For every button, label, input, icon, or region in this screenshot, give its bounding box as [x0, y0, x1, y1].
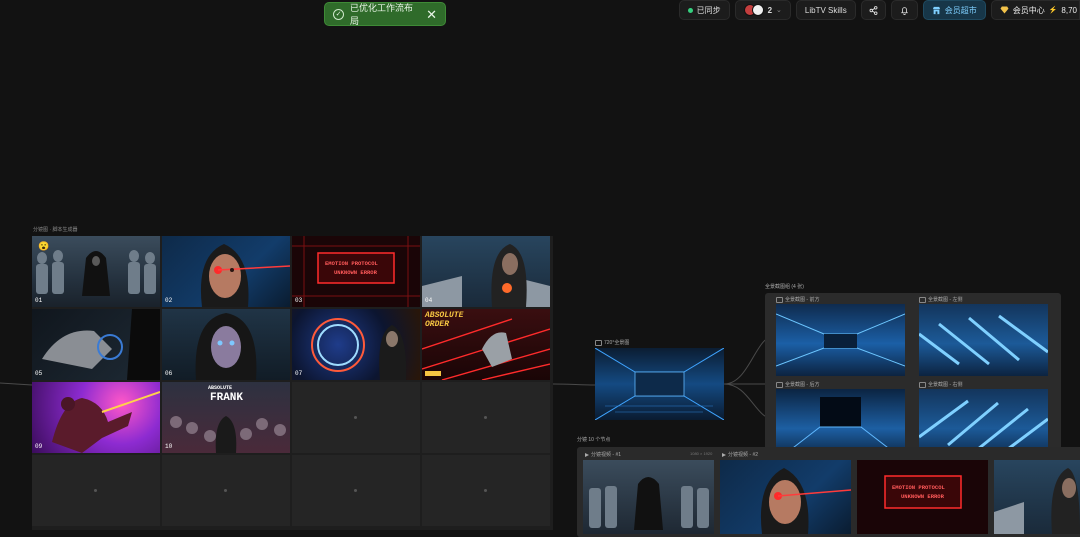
frame-number: 07	[295, 370, 303, 377]
diamond-icon	[1000, 6, 1009, 14]
libtv-skills-button[interactable]: LibTV Skills	[795, 0, 856, 20]
video-item-label: 分镜视频 - #1	[585, 451, 621, 458]
storyboard-cell[interactable]: 05	[32, 309, 160, 380]
sequence-panel-label: 分镜 10 个节点	[577, 437, 611, 443]
corridor-art	[919, 314, 1048, 366]
frame-art	[52, 391, 160, 453]
chevron-down-icon: ⌄	[776, 7, 782, 14]
image-icon	[776, 381, 783, 388]
toast-notification: ✓ 已优化工作流布局 ✕	[324, 2, 446, 26]
frame-number: 01	[35, 297, 43, 304]
frame-number: 10	[165, 443, 173, 450]
frame-number: 06	[165, 370, 173, 377]
storyboard-cell[interactable]: 😮 01	[32, 236, 160, 307]
image-icon	[919, 381, 926, 388]
emoji-badge: 😮	[38, 241, 50, 251]
frame-art	[311, 318, 407, 380]
storyboard-cell[interactable]: 07	[292, 309, 420, 380]
frame-number: 04	[425, 297, 433, 304]
storyboard-cell[interactable]: 04	[422, 236, 550, 307]
frame-art	[760, 468, 851, 534]
panorama-node-label: 720°全景图	[595, 339, 629, 346]
store-icon	[932, 6, 940, 14]
frame-art	[36, 250, 156, 296]
frame-art	[42, 309, 160, 380]
frame-art	[589, 477, 709, 530]
storyboard-empty-cell[interactable]	[162, 455, 290, 526]
play-icon	[722, 452, 726, 457]
panorama-image[interactable]	[595, 348, 724, 420]
avatar-group	[743, 4, 764, 16]
toast-message: 已优化工作流布局	[350, 3, 414, 26]
notification-button[interactable]	[890, 0, 918, 20]
corridor-art	[776, 313, 905, 367]
image-icon	[776, 296, 783, 303]
frame-art	[195, 313, 257, 380]
frame-number: 05	[35, 370, 43, 377]
credits-value: 8,70	[1061, 5, 1077, 15]
storyboard-empty-cell[interactable]	[422, 382, 550, 453]
storyboard-cell[interactable]: 09	[32, 382, 160, 453]
frame-number: 09	[35, 443, 43, 450]
frame-subtitle: UNKNOWN ERROR	[901, 493, 944, 500]
split-item-label: 全景截图 - 前方	[776, 296, 819, 303]
corridor-art	[595, 348, 724, 420]
skills-label: LibTV Skills	[804, 5, 847, 15]
sync-label: 已同步	[696, 5, 721, 15]
frame-title: EMOTION PROTOCOL	[892, 484, 945, 491]
storyboard-panel-label: 分镜图 · 脚本生成器	[33, 227, 78, 233]
frame-number: 02	[165, 297, 173, 304]
video-thumb-3[interactable]: EMOTION PROTOCOL UNKNOWN ERROR	[857, 460, 988, 534]
frame-subtitle: UNKNOWN ERROR	[334, 269, 377, 276]
shop-label: 会员超市	[944, 5, 977, 15]
collab-count: 2	[767, 5, 773, 15]
split-image-front[interactable]	[776, 304, 905, 376]
split-item-label: 全景截图 - 左侧	[919, 296, 962, 303]
split-item-label: 全景截图 - 后方	[776, 381, 819, 388]
frame-subtitle: ORDER	[425, 320, 450, 329]
share-button[interactable]	[860, 0, 886, 20]
storyboard-empty-cell[interactable]	[292, 382, 420, 453]
storyboard-empty-cell[interactable]	[422, 455, 550, 526]
frame-title: ABSOLUTE	[425, 311, 464, 320]
frame-title: ABSOLUTE	[208, 385, 233, 391]
video-thumb-1[interactable]	[583, 460, 714, 534]
storyboard-cell[interactable]: 02	[162, 236, 290, 307]
check-circle-icon: ✓	[333, 8, 344, 20]
frame-title: EMOTION PROTOCOL	[325, 260, 378, 267]
storyboard-grid[interactable]: 😮 01 02 EMOTION PROTOCOL UNKNOWN ERROR 0…	[32, 236, 553, 530]
image-icon	[919, 296, 926, 303]
bell-icon	[900, 6, 908, 15]
top-toolbar: 已同步 2 ⌄ LibTV Skills 会员超市 会员中心 ⚡ 8,70	[678, 0, 1080, 20]
member-shop-button[interactable]: 会员超市	[922, 0, 986, 20]
split-image-left[interactable]	[919, 304, 1048, 376]
image-icon	[595, 339, 602, 346]
video-thumb-2[interactable]	[720, 460, 851, 534]
frame-art	[994, 468, 1080, 534]
frame-art	[422, 244, 550, 307]
storyboard-cell[interactable]: ABSOLUTE FRANK 10	[162, 382, 290, 453]
split-item-label: 全景截图 - 右侧	[919, 381, 962, 388]
bolt-icon: ⚡	[1048, 7, 1058, 14]
split-group-label: 全景截图组 (4 张)	[765, 284, 804, 290]
collaborators-button[interactable]: 2 ⌄	[734, 0, 791, 20]
storyboard-empty-cell[interactable]	[32, 455, 160, 526]
storyboard-empty-cell[interactable]	[292, 455, 420, 526]
share-icon	[869, 5, 878, 15]
member-center-button[interactable]: 会员中心 ⚡ 8,70	[990, 0, 1080, 20]
frame-subtitle: FRANK	[210, 392, 244, 404]
video-thumb-4[interactable]	[994, 460, 1080, 534]
vip-label: 会员中心	[1012, 5, 1045, 15]
storyboard-cell[interactable]: 06	[162, 309, 290, 380]
video-item-label: 分镜视频 - #2	[722, 451, 758, 458]
frame-number: 03	[295, 297, 303, 304]
sync-dot-icon	[687, 7, 693, 13]
frame-art	[200, 244, 290, 307]
sync-status[interactable]: 已同步	[678, 0, 730, 20]
play-icon	[585, 452, 589, 457]
storyboard-cell[interactable]: EMOTION PROTOCOL UNKNOWN ERROR 03	[292, 236, 420, 307]
video-meta: 1080 × 1920	[690, 451, 713, 456]
storyboard-cell[interactable]: ABSOLUTE ORDER	[422, 309, 550, 380]
close-icon[interactable]: ✕	[426, 8, 437, 21]
